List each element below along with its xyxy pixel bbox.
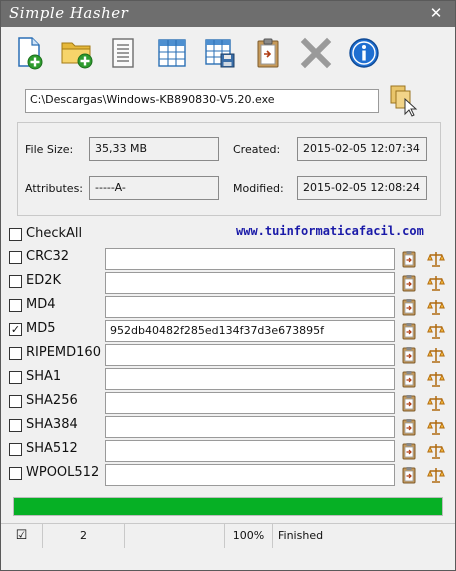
sha256-label[interactable]: SHA256 bbox=[26, 393, 78, 408]
text-view-button[interactable] bbox=[105, 35, 141, 71]
ripemd160-hash-field[interactable] bbox=[105, 344, 395, 366]
sha256-hash-field[interactable] bbox=[105, 392, 395, 414]
browse-file-button[interactable] bbox=[387, 83, 423, 119]
modified-label: Modified: bbox=[233, 182, 284, 195]
website-link[interactable]: www.tuinformaticafacil.com bbox=[236, 224, 424, 238]
save-table-button[interactable] bbox=[202, 35, 238, 71]
crc32-copy-icon[interactable] bbox=[401, 250, 417, 268]
sha384-compare-icon[interactable] bbox=[427, 418, 445, 436]
ed2k-compare-icon[interactable] bbox=[427, 274, 445, 292]
status-bar: ☑ 2 100% Finished bbox=[1, 523, 455, 549]
sha256-copy-icon[interactable] bbox=[401, 394, 417, 412]
attributes-label: Attributes: bbox=[25, 182, 84, 195]
md4-hash-field[interactable] bbox=[105, 296, 395, 318]
table-view-button[interactable] bbox=[154, 35, 190, 71]
sha512-hash-field[interactable] bbox=[105, 440, 395, 462]
sha256-checkbox[interactable] bbox=[9, 395, 22, 408]
ed2k-label[interactable]: ED2K bbox=[26, 273, 61, 288]
status-state: Finished bbox=[278, 529, 324, 542]
md5-label[interactable]: MD5 bbox=[26, 321, 56, 336]
crc32-compare-icon[interactable] bbox=[427, 250, 445, 268]
title-bar[interactable]: Simple Hasher ✕ bbox=[1, 1, 455, 27]
md5-copy-icon[interactable] bbox=[401, 322, 417, 340]
document-icon bbox=[112, 38, 134, 68]
sha1-copy-icon[interactable] bbox=[401, 370, 417, 388]
md4-compare-icon[interactable] bbox=[427, 298, 445, 316]
crc32-checkbox[interactable] bbox=[9, 251, 22, 264]
progress-bar bbox=[13, 497, 443, 516]
sha1-hash-field[interactable] bbox=[105, 368, 395, 390]
status-percent: 100% bbox=[225, 524, 273, 549]
file-path-field[interactable]: C:\Descargas\Windows-KB890830-V5.20.exe bbox=[25, 89, 379, 113]
copy-button[interactable] bbox=[250, 35, 286, 71]
info-icon bbox=[349, 38, 379, 68]
ed2k-copy-icon[interactable] bbox=[401, 274, 417, 292]
sha384-copy-icon[interactable] bbox=[401, 418, 417, 436]
md4-checkbox[interactable] bbox=[9, 299, 22, 312]
status-count: 2 bbox=[43, 524, 125, 549]
clear-button[interactable] bbox=[298, 35, 334, 71]
created-value: 2015-02-05 12:07:34 bbox=[297, 137, 427, 161]
checkall-checkbox[interactable] bbox=[9, 228, 22, 241]
ripemd160-copy-icon[interactable] bbox=[401, 346, 417, 364]
wpool512-hash-field[interactable] bbox=[105, 464, 395, 486]
ripemd160-checkbox[interactable] bbox=[9, 347, 22, 360]
sha384-hash-field[interactable] bbox=[105, 416, 395, 438]
file-size-value: 35,33 MB bbox=[89, 137, 219, 161]
status-check-icon: ☑ bbox=[1, 524, 43, 549]
wpool512-checkbox[interactable] bbox=[9, 467, 22, 480]
new-file-button[interactable] bbox=[11, 35, 47, 71]
clipboard-icon bbox=[257, 38, 279, 68]
wpool512-label[interactable]: WPOOL512 bbox=[26, 465, 99, 480]
window-bottom bbox=[1, 548, 455, 570]
file-size-label: File Size: bbox=[25, 143, 74, 156]
progress-fill bbox=[14, 498, 442, 515]
open-folder-icon bbox=[61, 42, 93, 69]
sha512-checkbox[interactable] bbox=[9, 443, 22, 456]
app-window: Simple Hasher ✕ C:\Descargas\Windows-KB8… bbox=[0, 0, 456, 571]
sha384-checkbox[interactable] bbox=[9, 419, 22, 432]
crc32-label[interactable]: CRC32 bbox=[26, 249, 69, 264]
file-cursor-icon bbox=[390, 85, 418, 117]
md5-hash-field[interactable]: 952db40482f285ed134f37d3e673895f bbox=[105, 320, 395, 342]
wpool512-compare-icon[interactable] bbox=[427, 466, 445, 484]
sha512-label[interactable]: SHA512 bbox=[26, 441, 78, 456]
created-label: Created: bbox=[233, 143, 281, 156]
sha512-compare-icon[interactable] bbox=[427, 442, 445, 460]
sha1-compare-icon[interactable] bbox=[427, 370, 445, 388]
info-button[interactable] bbox=[346, 35, 382, 71]
md4-copy-icon[interactable] bbox=[401, 298, 417, 316]
close-button[interactable]: ✕ bbox=[427, 4, 445, 22]
wpool512-copy-icon[interactable] bbox=[401, 466, 417, 484]
md4-label[interactable]: MD4 bbox=[26, 297, 56, 312]
open-folder-button[interactable] bbox=[59, 35, 95, 71]
md5-checkbox[interactable]: ✓ bbox=[9, 323, 22, 336]
save-table-icon bbox=[205, 39, 235, 68]
status-spacer bbox=[125, 524, 225, 549]
file-info-group: File Size: 35,33 MB Created: 2015-02-05 … bbox=[17, 122, 441, 216]
window-title: Simple Hasher bbox=[9, 4, 129, 22]
ripemd160-compare-icon[interactable] bbox=[427, 346, 445, 364]
crc32-hash-field[interactable] bbox=[105, 248, 395, 270]
ed2k-hash-field[interactable] bbox=[105, 272, 395, 294]
checkall-label[interactable]: CheckAll bbox=[26, 226, 82, 241]
sha256-compare-icon[interactable] bbox=[427, 394, 445, 412]
sha1-label[interactable]: SHA1 bbox=[26, 369, 61, 384]
sha512-copy-icon[interactable] bbox=[401, 442, 417, 460]
ed2k-checkbox[interactable] bbox=[9, 275, 22, 288]
table-icon bbox=[158, 39, 186, 67]
new-file-icon bbox=[18, 37, 43, 70]
sha1-checkbox[interactable] bbox=[9, 371, 22, 384]
sha384-label[interactable]: SHA384 bbox=[26, 417, 78, 432]
ripemd160-label[interactable]: RIPEMD160 bbox=[26, 345, 101, 360]
x-icon bbox=[300, 37, 332, 69]
attributes-value: -----A- bbox=[89, 176, 219, 200]
modified-value: 2015-02-05 12:08:24 bbox=[297, 176, 427, 200]
md5-compare-icon[interactable] bbox=[427, 322, 445, 340]
